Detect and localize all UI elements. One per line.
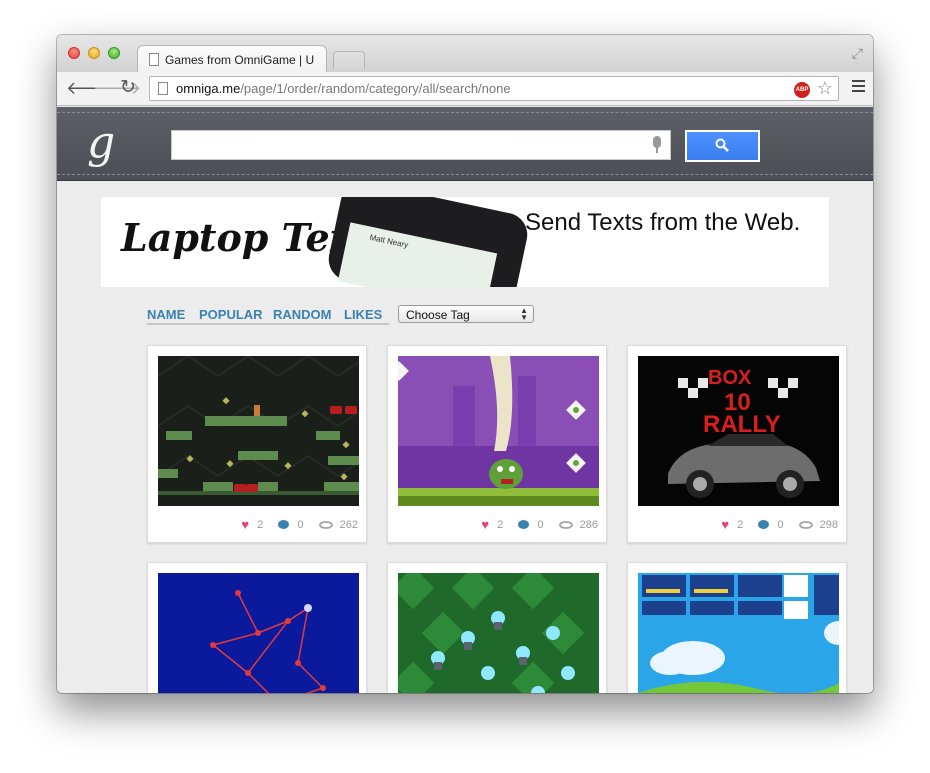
page-icon — [149, 53, 159, 66]
new-tab-button[interactable] — [333, 51, 365, 69]
like-count: 2 — [497, 518, 504, 531]
game-thumbnail-monster[interactable] — [398, 356, 599, 506]
bookmark-star-icon[interactable]: ☆ — [817, 78, 833, 99]
game-thumbnail-constellation[interactable] — [158, 573, 359, 693]
phone-contact: Matt Neary — [368, 232, 409, 250]
microphone-icon[interactable] — [652, 136, 662, 154]
page-viewport: g Laptop Text Matt Neary Send Texts from… — [57, 107, 873, 693]
sort-bar: NAME POPULAR RANDOM LIKES — [147, 305, 389, 325]
like-count: 2 — [257, 518, 264, 531]
game-card[interactable] — [147, 562, 367, 693]
reload-icon[interactable]: ↻ — [120, 78, 136, 98]
site-header: g — [57, 107, 873, 181]
heart-icon[interactable]: ♥ — [721, 517, 729, 532]
ad-banner[interactable]: Laptop Text Matt Neary Send Texts from t… — [101, 197, 829, 287]
sort-name-link[interactable]: NAME — [147, 307, 185, 322]
heart-icon[interactable]: ♥ — [481, 517, 489, 532]
sort-likes-link[interactable]: LIKES — [344, 307, 382, 322]
comment-count: 0 — [537, 518, 544, 531]
select-arrows-icon: ▲ ▼ — [520, 306, 528, 322]
game-thumbnail-sky-menu[interactable] — [638, 573, 839, 693]
comment-count: 0 — [297, 518, 304, 531]
comment-icon — [278, 520, 290, 529]
header-stitch — [57, 174, 873, 175]
page-icon — [158, 82, 168, 95]
game-card[interactable] — [627, 562, 847, 693]
tab-title: Games from OmniGame | U — [165, 53, 315, 67]
tag-select-value: Choose Tag — [406, 308, 470, 322]
search-input[interactable] — [171, 130, 671, 160]
browser-tab[interactable]: Games from OmniGame | U — [137, 45, 327, 72]
url-path: /page/1/order/random/category/all/search… — [240, 81, 511, 96]
ad-tagline: Send Texts from the Web. — [525, 209, 801, 236]
comment-icon — [518, 520, 530, 529]
address-bar[interactable]: omniga.me/page/1/order/random/category/a… — [149, 76, 839, 101]
eye-icon — [558, 520, 573, 529]
view-count: 298 — [819, 518, 838, 531]
game-card[interactable]: ♥ 2 0 286 — [387, 345, 607, 543]
game-card[interactable] — [387, 562, 607, 693]
browser-toolbar: 🡐 🡒 ↻ omniga.me/page/1/order/random/cate… — [57, 72, 873, 106]
phone-screen: Matt Neary — [337, 222, 498, 287]
eye-icon — [318, 520, 333, 529]
svg-text:RALLY: RALLY — [703, 411, 781, 438]
comment-count: 0 — [777, 518, 784, 531]
game-stats: ♥ 2 0 298 — [721, 517, 838, 532]
close-window-button[interactable] — [68, 47, 80, 59]
game-stats: ♥ 2 0 286 — [481, 517, 598, 532]
header-stitch — [57, 112, 873, 113]
comment-icon — [758, 520, 770, 529]
tag-select[interactable]: Choose Tag ▲ ▼ — [398, 305, 534, 323]
like-count: 2 — [737, 518, 744, 531]
minimize-window-button[interactable] — [88, 47, 100, 59]
view-count: 262 — [339, 518, 358, 531]
sort-popular-link[interactable]: POPULAR — [199, 307, 263, 322]
adblock-icon[interactable]: ABP — [794, 82, 810, 98]
game-stats: ♥ 2 0 262 — [241, 517, 358, 532]
address-url[interactable]: omniga.me/page/1/order/random/category/a… — [176, 81, 511, 96]
sort-random-link[interactable]: RANDOM — [273, 307, 332, 322]
game-thumbnail-platformer[interactable] — [158, 356, 359, 506]
game-card[interactable]: BOX 10 RALLY ♥ 2 0 298 — [627, 345, 847, 543]
search-icon — [715, 138, 729, 152]
phone-image: Matt Neary — [324, 197, 532, 287]
site-logo[interactable]: g — [87, 117, 115, 168]
url-host: omniga.me — [176, 81, 241, 96]
view-count: 286 — [579, 518, 598, 531]
heart-icon[interactable]: ♥ — [241, 517, 249, 532]
title-bar: Games from OmniGame | U ⤢ — [57, 35, 873, 72]
browser-window: Games from OmniGame | U ⤢ 🡐 🡒 ↻ omniga.m… — [57, 35, 873, 693]
game-card[interactable]: ♥ 2 0 262 — [147, 345, 367, 543]
eye-icon — [798, 520, 813, 529]
fullscreen-icon[interactable]: ⤢ — [852, 45, 863, 62]
hamburger-menu-icon[interactable] — [852, 80, 865, 95]
game-thumbnail-rally[interactable]: BOX 10 RALLY — [638, 356, 839, 506]
search-button[interactable] — [685, 130, 760, 162]
svg-text:BOX: BOX — [708, 367, 752, 389]
zoom-window-button[interactable] — [108, 47, 120, 59]
game-thumbnail-towers[interactable] — [398, 573, 599, 693]
